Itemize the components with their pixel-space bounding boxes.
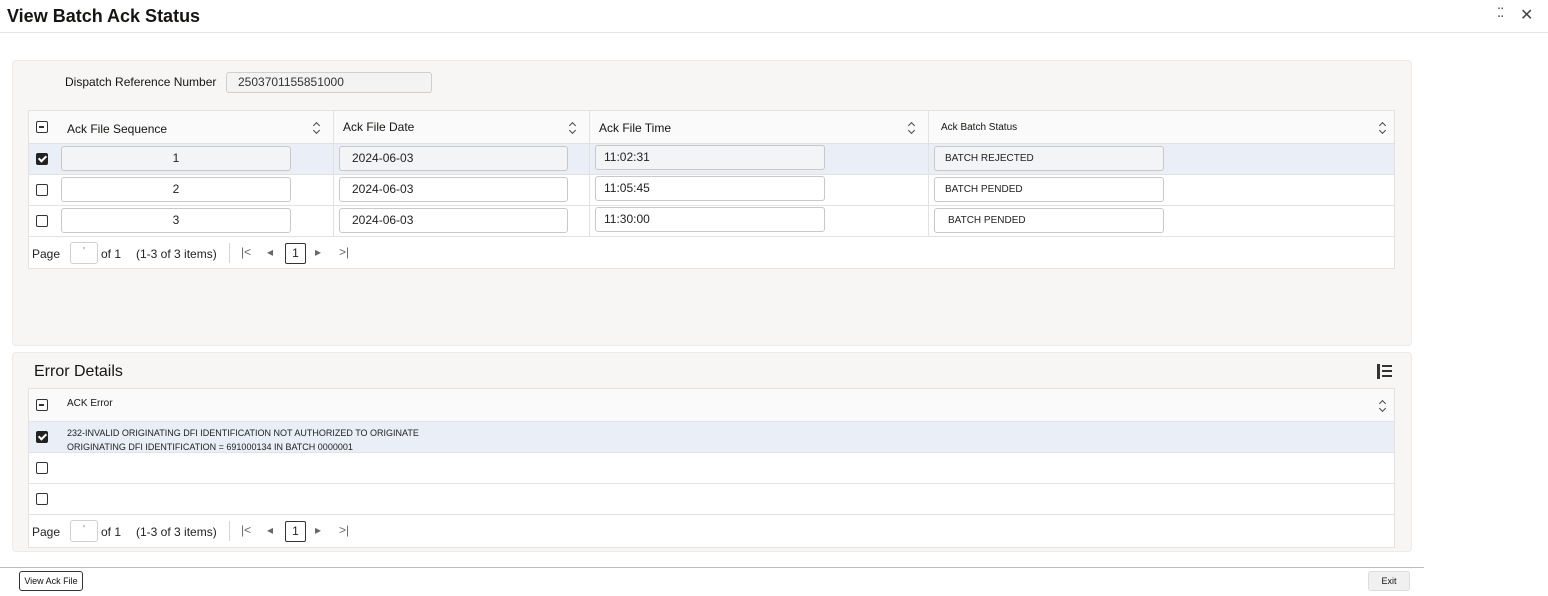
table-header: ACK Error bbox=[29, 389, 1394, 422]
collapse-icon[interactable]: ⁚⁚ bbox=[1497, 5, 1504, 21]
ack-error-line: 232-INVALID ORIGINATING DFI IDENTIFICATI… bbox=[67, 428, 419, 438]
row-checkbox[interactable] bbox=[36, 462, 48, 474]
column-header-sequence[interactable]: Ack File Sequence bbox=[67, 122, 167, 136]
column-header-date[interactable]: Ack File Date bbox=[343, 120, 414, 134]
page-title: View Batch Ack Status bbox=[7, 6, 201, 26]
status-cell[interactable]: BATCH PENDED bbox=[934, 208, 1164, 233]
next-page-icon[interactable]: ▸ bbox=[315, 523, 321, 537]
sequence-cell[interactable]: 2 bbox=[61, 177, 291, 202]
items-count: (1-3 of 3 items) bbox=[136, 247, 217, 261]
page-label: Page bbox=[32, 247, 61, 261]
table-row[interactable] bbox=[29, 453, 1394, 484]
view-ack-file-button[interactable]: View Ack File bbox=[19, 571, 83, 591]
previous-page-icon[interactable]: ◂ bbox=[267, 523, 273, 537]
ack-error-line: ORIGINATING DFI IDENTIFICATION = 6910001… bbox=[67, 442, 353, 452]
dispatch-reference-label: Dispatch Reference Number bbox=[65, 75, 217, 89]
items-count: (1-3 of 3 items) bbox=[136, 525, 217, 539]
table-row[interactable]: 1 2024-06-03 11:02:31 BATCH REJECTED bbox=[29, 144, 1394, 175]
pagination: Page ' of 1 (1-3 of 3 items) |< ◂ 1 ▸ >| bbox=[29, 237, 1394, 269]
sort-icon[interactable] bbox=[908, 122, 916, 134]
sequence-cell[interactable]: 3 bbox=[61, 208, 291, 233]
table-row[interactable]: 232-INVALID ORIGINATING DFI IDENTIFICATI… bbox=[29, 422, 1394, 453]
status-cell[interactable]: BATCH PENDED bbox=[934, 177, 1164, 202]
column-list-icon[interactable] bbox=[1377, 364, 1392, 379]
row-checkbox[interactable] bbox=[36, 493, 48, 505]
sort-icon[interactable] bbox=[569, 122, 577, 134]
last-page-icon[interactable]: >| bbox=[339, 245, 349, 259]
column-header-time[interactable]: Ack File Time bbox=[599, 121, 671, 135]
divider bbox=[229, 521, 230, 541]
first-page-icon[interactable]: |< bbox=[241, 245, 251, 259]
footer-divider bbox=[0, 567, 1424, 568]
table-row[interactable] bbox=[29, 484, 1394, 515]
last-page-icon[interactable]: >| bbox=[339, 523, 349, 537]
column-header-ack-error[interactable]: ACK Error bbox=[67, 398, 113, 409]
page-number-input[interactable]: ' bbox=[70, 242, 98, 264]
page-count: of 1 bbox=[101, 247, 122, 261]
divider bbox=[229, 243, 230, 263]
sort-icon[interactable] bbox=[1379, 400, 1387, 412]
next-page-icon[interactable]: ▸ bbox=[315, 245, 321, 259]
error-table: ACK Error 232-INVALID ORIGINATING DFI ID… bbox=[28, 388, 1395, 548]
column-header-status[interactable]: Ack Batch Status bbox=[941, 122, 1017, 133]
pagination: Page ' of 1 (1-3 of 3 items) |< ◂ 1 ▸ >| bbox=[29, 515, 1394, 547]
page-number-input[interactable]: ' bbox=[70, 520, 98, 542]
time-cell[interactable]: 11:02:31 bbox=[595, 145, 825, 170]
sort-icon[interactable] bbox=[1379, 122, 1387, 134]
error-details-title: Error Details bbox=[34, 363, 123, 380]
select-all-checkbox[interactable] bbox=[36, 399, 48, 411]
page-count: of 1 bbox=[101, 525, 122, 539]
date-cell[interactable]: 2024-06-03 bbox=[339, 146, 568, 171]
table-row[interactable]: 2 2024-06-03 11:05:45 BATCH PENDED bbox=[29, 175, 1394, 206]
time-cell[interactable]: 11:30:00 bbox=[595, 207, 825, 232]
first-page-icon[interactable]: |< bbox=[241, 523, 251, 537]
ack-error-text: 232-INVALID ORIGINATING DFI IDENTIFICATI… bbox=[67, 426, 419, 454]
date-cell[interactable]: 2024-06-03 bbox=[339, 208, 568, 233]
row-checkbox[interactable] bbox=[36, 431, 48, 443]
ack-file-table: Ack File Sequence Ack File Date Ack File… bbox=[28, 110, 1395, 269]
previous-page-icon[interactable]: ◂ bbox=[267, 245, 273, 259]
current-page-button[interactable]: 1 bbox=[285, 521, 306, 542]
page-label: Page bbox=[32, 525, 61, 539]
time-cell[interactable]: 11:05:45 bbox=[595, 176, 825, 201]
status-cell[interactable]: BATCH REJECTED bbox=[934, 146, 1164, 171]
sort-icon[interactable] bbox=[313, 122, 321, 134]
date-cell[interactable]: 2024-06-03 bbox=[339, 177, 568, 202]
table-row[interactable]: 3 2024-06-03 11:30:00 BATCH PENDED bbox=[29, 206, 1394, 237]
title-bar: View Batch Ack Status ⁚⁚ ✕ bbox=[0, 0, 1548, 33]
dispatch-reference-field[interactable]: 2503701155851000 bbox=[226, 72, 432, 93]
current-page-button[interactable]: 1 bbox=[285, 243, 306, 264]
table-header: Ack File Sequence Ack File Date Ack File… bbox=[29, 111, 1394, 144]
close-icon[interactable]: ✕ bbox=[1520, 5, 1533, 25]
sequence-cell[interactable]: 1 bbox=[61, 146, 291, 171]
exit-button[interactable]: Exit bbox=[1368, 571, 1410, 591]
